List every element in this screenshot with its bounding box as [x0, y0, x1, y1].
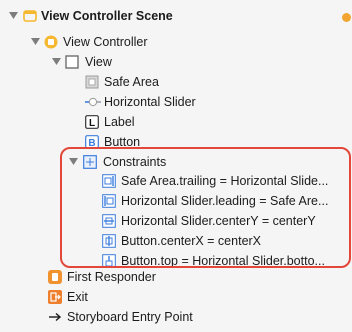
disclosure-triangle-icon[interactable]	[51, 57, 61, 67]
tree-row-view[interactable]: View	[0, 52, 352, 72]
first-responder-label: First Responder	[67, 270, 156, 284]
horizontal-slider-label: Horizontal Slider	[104, 95, 196, 109]
label-icon: L	[85, 115, 99, 129]
disclosure-triangle-icon[interactable]	[30, 37, 40, 47]
highlight-annotation-box	[60, 147, 351, 268]
arrow-right-icon	[48, 310, 62, 324]
view-controller-label: View Controller	[63, 35, 148, 49]
tree-row-horizontal-slider[interactable]: Horizontal Slider	[0, 92, 352, 112]
safe-area-label: Safe Area	[104, 75, 159, 89]
status-indicator-dot	[342, 13, 351, 22]
scene-icon	[23, 9, 37, 23]
tree-row-safe-area[interactable]: Safe Area	[0, 72, 352, 92]
view-controller-icon	[44, 35, 58, 49]
slider-icon	[84, 95, 102, 109]
exit-label: Exit	[67, 290, 88, 304]
exit-icon	[48, 290, 62, 304]
tree-row-label[interactable]: L Label	[0, 112, 352, 132]
label-glyph: L	[89, 118, 95, 129]
tree-row-view-controller[interactable]: View Controller	[0, 32, 352, 52]
view-label: View	[85, 55, 112, 69]
first-responder-icon	[48, 270, 62, 284]
scene-label: View Controller Scene	[41, 9, 173, 23]
tree-row-scene[interactable]: View Controller Scene	[0, 6, 352, 26]
tree-row-exit[interactable]: Exit	[0, 287, 352, 307]
disclosure-triangle-icon[interactable]	[8, 11, 18, 21]
safe-area-icon	[85, 75, 99, 89]
tree-row-first-responder[interactable]: First Responder	[0, 267, 352, 287]
tree-row-storyboard-entry[interactable]: Storyboard Entry Point	[0, 307, 352, 327]
storyboard-entry-label: Storyboard Entry Point	[67, 310, 193, 324]
view-icon	[65, 55, 79, 69]
label-label: Label	[104, 115, 135, 129]
